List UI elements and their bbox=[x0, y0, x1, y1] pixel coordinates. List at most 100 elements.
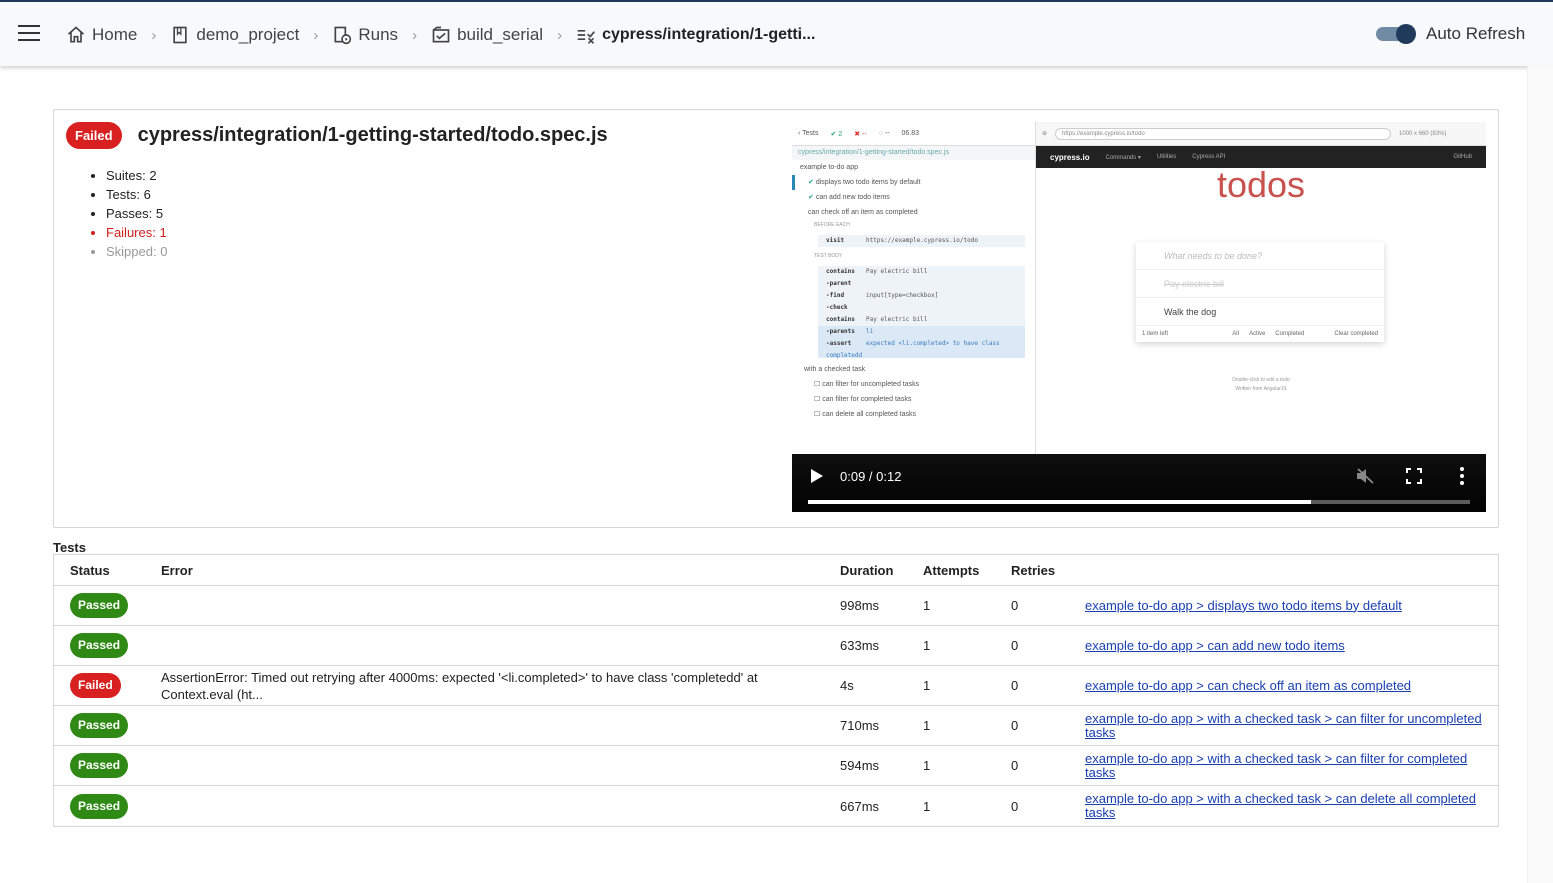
spec-title: cypress/integration/1-getting-started/to… bbox=[137, 124, 608, 146]
build-icon bbox=[432, 26, 450, 43]
attempts-cell: 1 bbox=[923, 718, 931, 733]
runner-spec-path: cypress/integration/1-getting-started/to… bbox=[792, 146, 1035, 160]
bookmark-icon bbox=[173, 26, 188, 44]
status-badge: Passed bbox=[70, 593, 129, 618]
status-badge: Passed bbox=[70, 713, 129, 738]
breadcrumb-runs[interactable]: Runs bbox=[332, 25, 398, 45]
runner-test-item: can check off an item as completed bbox=[808, 209, 918, 216]
aut-viewport: 1000 x 660 (83%) bbox=[1399, 130, 1447, 137]
breadcrumb-project[interactable]: demo_project bbox=[170, 25, 299, 45]
runner-command-block: contains Pay electric bill -parent -find i… bbox=[818, 266, 1025, 359]
runner-test-item: can add new todo items bbox=[792, 190, 1035, 205]
duration-cell: 4s bbox=[840, 678, 854, 693]
todo-filter: Active bbox=[1248, 331, 1266, 337]
checklist-icon bbox=[577, 30, 596, 44]
menu-icon[interactable] bbox=[18, 25, 40, 41]
home-icon bbox=[67, 26, 85, 43]
retries-cell: 0 bbox=[1011, 638, 1019, 653]
runner-visit-block: visit https://example.cypress.io/todo bbox=[818, 235, 1025, 247]
table-row: Passed 594ms 1 0 example to-do app > wit… bbox=[54, 746, 1498, 786]
muted-icon[interactable] bbox=[1356, 468, 1374, 484]
runner-command: -find input[type=checkbox] bbox=[826, 292, 939, 299]
table-row: Passed 710ms 1 0 example to-do app > wit… bbox=[54, 706, 1498, 746]
more-vertical-icon[interactable] bbox=[1456, 466, 1468, 486]
video-time: 0:09 / 0:12 bbox=[840, 469, 902, 484]
stat-failures: Failures: 1 bbox=[106, 223, 167, 242]
runner-test-item: can delete all completed tasks bbox=[792, 407, 1035, 422]
breadcrumb-label: demo_project bbox=[196, 25, 300, 44]
fullscreen-icon[interactable] bbox=[1406, 468, 1422, 484]
attempts-cell: 1 bbox=[923, 678, 931, 693]
breadcrumb-label: build_serial bbox=[457, 25, 544, 44]
duration-cell: 998ms bbox=[840, 598, 880, 613]
runner-command: contains Pay electric bill bbox=[826, 316, 928, 323]
attempts-cell: 1 bbox=[923, 798, 931, 814]
runner-command: visit https://example.cypress.io/todo bbox=[826, 237, 978, 244]
aut-nav-item: Cypress API bbox=[1192, 154, 1226, 160]
duration-cell: 633ms bbox=[840, 638, 880, 653]
breadcrumb-home[interactable]: Home bbox=[66, 25, 137, 45]
column-header-status: Status bbox=[70, 562, 110, 578]
chevron-right-icon: › bbox=[151, 26, 157, 44]
breadcrumb-build[interactable]: build_serial bbox=[431, 25, 543, 45]
spec-summary-card: Failed cypress/integration/1-getting-sta… bbox=[53, 109, 1499, 528]
retries-cell: 0 bbox=[1011, 598, 1019, 613]
chevron-right-icon: › bbox=[557, 26, 563, 44]
play-icon[interactable] bbox=[810, 468, 824, 484]
stat-passes: Passes: 5 bbox=[106, 204, 167, 223]
todo-count: 1 item left bbox=[1142, 331, 1169, 337]
breadcrumb-label: Runs bbox=[358, 25, 399, 44]
aut-brand: cypress.io bbox=[1050, 152, 1090, 162]
status-badge: Failed bbox=[70, 673, 121, 698]
todo-new-input: What needs to be done? bbox=[1136, 242, 1384, 270]
attempts-cell: 1 bbox=[923, 598, 931, 613]
auto-refresh: Auto Refresh bbox=[1376, 24, 1525, 44]
runner-suite: example to-do app bbox=[800, 164, 858, 171]
test-link[interactable]: example to-do app > with a checked task … bbox=[1085, 711, 1482, 740]
duration-cell: 594ms bbox=[840, 758, 880, 773]
test-link[interactable]: example to-do app > with a checked task … bbox=[1085, 791, 1476, 820]
toggle-knob bbox=[1396, 24, 1416, 44]
error-cell: AssertionError: Timed out retrying after… bbox=[161, 669, 758, 702]
video-player[interactable]: ‹ Tests ✔ 2 ✖ -- ◌ -- 06.83 cypress/inte… bbox=[792, 122, 1486, 512]
retries-cell: 0 bbox=[1011, 678, 1019, 693]
retries-cell: 0 bbox=[1011, 798, 1019, 814]
runner-command-error: -assert expected <li.completed> to have c… bbox=[818, 338, 1025, 359]
runner-before-each: BEFORE EACH bbox=[814, 222, 850, 228]
runner-tests-link: ‹ Tests bbox=[798, 130, 819, 137]
duration-cell: 710ms bbox=[840, 718, 880, 733]
tests-section-label: Tests bbox=[53, 540, 86, 555]
auto-refresh-label: Auto Refresh bbox=[1426, 24, 1526, 43]
runner-command: contains Pay electric bill bbox=[826, 268, 928, 275]
test-link[interactable]: example to-do app > with a checked task … bbox=[1085, 751, 1467, 780]
test-link[interactable]: example to-do app > can check off an ite… bbox=[1085, 678, 1411, 693]
crosshair-icon: ⊕ bbox=[1042, 131, 1048, 137]
page-scrollbar[interactable] bbox=[1527, 66, 1553, 883]
stat-tests: Tests: 6 bbox=[106, 185, 167, 204]
video-progress[interactable] bbox=[808, 500, 1470, 504]
stat-skipped: Skipped: 0 bbox=[106, 242, 167, 261]
runner-test-item: displays two todo items by default bbox=[792, 175, 1035, 190]
todo-filter: All bbox=[1232, 331, 1239, 337]
runner-command: -parents li bbox=[818, 326, 1025, 338]
todo-item: Walk the dog bbox=[1136, 298, 1384, 326]
todo-list: What needs to be done? Pay electric bill… bbox=[1136, 242, 1384, 342]
column-header-duration: Duration bbox=[840, 562, 894, 578]
aut-nav-item: Utilities bbox=[1156, 154, 1177, 160]
runner-pending-count: ◌ -- bbox=[878, 130, 890, 137]
column-header-error: Error bbox=[161, 562, 193, 578]
runner-test-item: can filter for uncompleted tasks bbox=[792, 377, 1035, 392]
runner-failed-count: ✖ -- bbox=[854, 130, 867, 138]
test-link[interactable]: example to-do app > can add new todo ite… bbox=[1085, 638, 1345, 653]
auto-refresh-toggle[interactable] bbox=[1376, 24, 1416, 44]
todo-filter: Completed bbox=[1275, 331, 1305, 337]
test-link[interactable]: example to-do app > displays two todo it… bbox=[1085, 598, 1402, 613]
stat-suites: Suites: 2 bbox=[106, 166, 167, 185]
video-runner-pane: ‹ Tests ✔ 2 ✖ -- ◌ -- 06.83 cypress/inte… bbox=[792, 122, 1036, 454]
runs-icon bbox=[334, 26, 352, 45]
status-badge: Passed bbox=[70, 753, 129, 778]
retries-cell: 0 bbox=[1011, 758, 1019, 773]
todos-title: todos bbox=[1216, 164, 1306, 205]
aut-url-bar: ⊕ https://example.cypress.io/todo 1000 x… bbox=[1036, 122, 1486, 146]
aut-nav-github: GitHub bbox=[1453, 154, 1472, 160]
